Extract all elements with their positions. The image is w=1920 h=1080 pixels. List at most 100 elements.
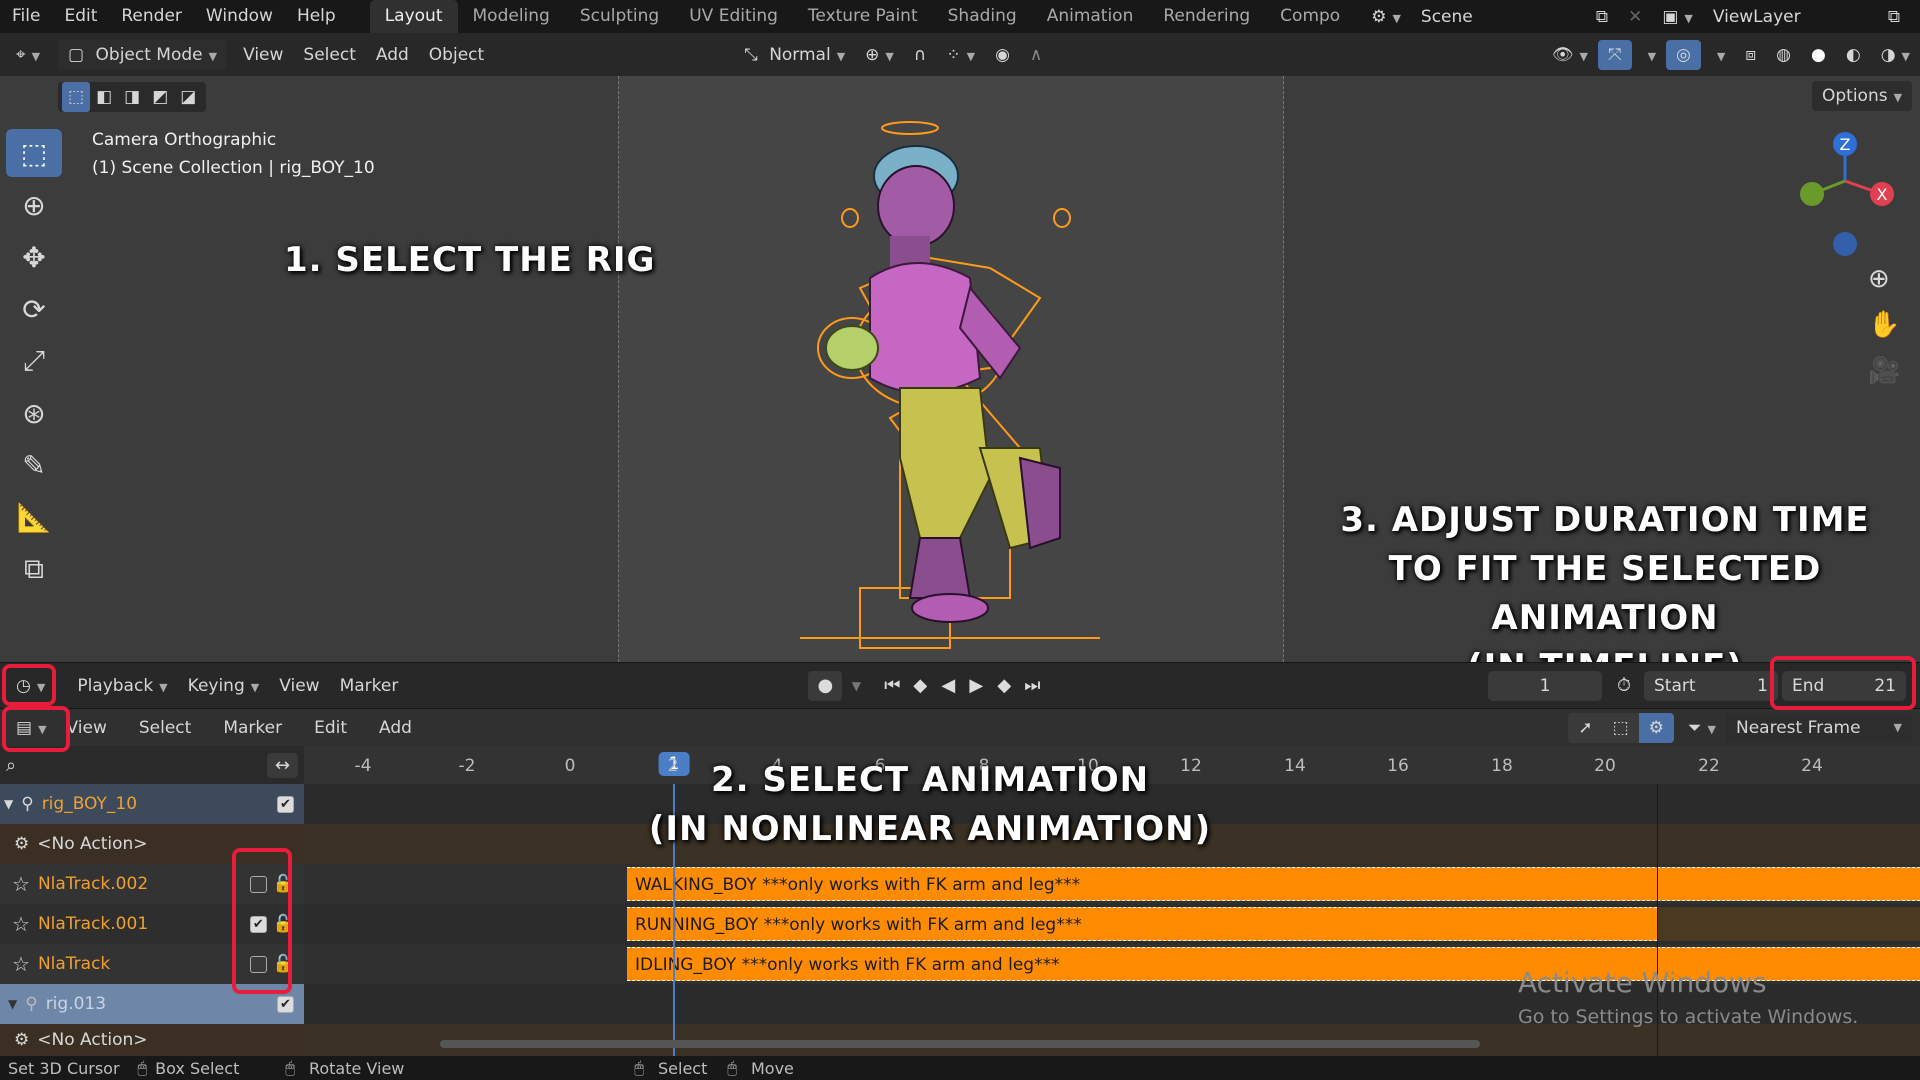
gizmo-neg-z-axis[interactable] (1833, 232, 1857, 256)
options-dropdown[interactable]: Options ▼ (1812, 81, 1913, 111)
start-frame-field[interactable]: Start 1 (1644, 670, 1778, 701)
gizmo-toggle-icon[interactable]: ⤧ (1597, 39, 1632, 70)
zoom-icon[interactable]: ⊕ (1868, 264, 1890, 294)
rotate-tool-icon[interactable]: ⟳ (6, 285, 62, 333)
tab-modeling[interactable]: Modeling (458, 0, 565, 33)
jump-end-icon[interactable]: ⏭ (1018, 671, 1046, 701)
tab-rendering[interactable]: Rendering (1148, 0, 1265, 33)
jump-start-icon[interactable]: ⏮ (878, 671, 906, 701)
strip-running-boy[interactable]: RUNNING_BOY ***only works with FK arm an… (627, 907, 1657, 941)
menu-view[interactable]: View (233, 40, 293, 70)
show-hidden-icon[interactable]: ⬚ (1602, 712, 1639, 743)
current-frame-field[interactable]: 1 (1488, 670, 1602, 701)
select-box-tool-icon[interactable]: ⬚ (6, 129, 62, 177)
expand-icon[interactable]: ▼ (4, 797, 13, 811)
search-icon[interactable]: ⌕ (6, 755, 16, 776)
strip-walking-boy[interactable]: WALKING_BOY ***only works with FK arm an… (627, 867, 1920, 901)
orientation-dropdown[interactable]: ⤡ Normal ▼ (734, 40, 855, 70)
track-row-no-action-2[interactable]: ⚙ <No Action> (0, 1024, 304, 1056)
navigation-gizmo[interactable]: Z X (1790, 126, 1900, 266)
preview-range-icon[interactable]: ⏱ (1610, 671, 1638, 701)
track-row-rig-boy[interactable]: ▼ ⚲ rig_BOY_10 ✔ (0, 784, 304, 824)
shading-rendered-icon[interactable]: ◑ ▼ (1871, 40, 1920, 70)
new-scene-icon[interactable]: ⧉ (1586, 2, 1618, 32)
menu-timeline-marker[interactable]: Marker (330, 671, 409, 701)
solo-star-icon[interactable]: ☆ (12, 912, 30, 936)
tab-uv-editing[interactable]: UV Editing (674, 0, 793, 33)
only-selected-icon[interactable]: ➚ (1568, 712, 1603, 743)
tab-texture-paint[interactable]: Texture Paint (793, 0, 933, 33)
track-enable-checkbox[interactable]: ✔ (277, 995, 294, 1013)
measure-tool-icon[interactable]: 📐 (6, 493, 62, 541)
snap-magnet-icon[interactable]: ∩ (904, 40, 936, 70)
menu-playback[interactable]: Playback ▼ (67, 671, 177, 701)
tab-compo[interactable]: Compo (1265, 0, 1355, 33)
proportional-edit-icon[interactable]: ◉ (985, 40, 1020, 70)
annotate-tool-icon[interactable]: ✎ (6, 441, 62, 489)
menu-nla-edit[interactable]: Edit (304, 713, 357, 743)
overlay-dropdown-icon[interactable]: ▼ (1701, 40, 1735, 70)
record-options-icon[interactable]: ▼ (842, 671, 870, 701)
select-subtract-icon[interactable]: ◨ (118, 82, 146, 112)
object-mode-dropdown[interactable]: ▢ Object Mode ▼ (58, 39, 228, 70)
select-invert-icon[interactable]: ◩ (146, 82, 174, 112)
menu-timeline-view[interactable]: View (269, 671, 329, 701)
menu-add[interactable]: Add (366, 40, 419, 70)
menu-nla-marker[interactable]: Marker (213, 713, 292, 743)
play-icon[interactable]: ▶ (962, 671, 990, 701)
tab-sculpting[interactable]: Sculpting (565, 0, 674, 33)
view-layer-icon[interactable]: ▣ ▼ (1652, 2, 1703, 32)
show-errors-icon[interactable]: ⚙ (1638, 712, 1674, 743)
shading-wireframe-icon[interactable]: ◍ (1766, 40, 1801, 70)
menu-keying[interactable]: Keying ▼ (178, 671, 270, 701)
delete-scene-icon[interactable]: ✕ (1618, 2, 1652, 32)
camera-view-icon[interactable]: 🎥 (1868, 356, 1900, 386)
select-extend-icon[interactable]: ◧ (90, 82, 118, 112)
snap-grid-icon[interactable]: ⁘ ▼ (936, 40, 985, 70)
solo-star-icon[interactable]: ☆ (12, 872, 30, 896)
menu-select[interactable]: Select (293, 40, 365, 70)
menu-file[interactable]: File (0, 0, 52, 33)
tab-layout[interactable]: Layout (369, 0, 458, 33)
gizmo-y-axis[interactable] (1800, 182, 1824, 206)
pan-hand-icon[interactable]: ✋ (1868, 310, 1900, 340)
add-cube-tool-icon[interactable]: ⧉ (6, 545, 62, 593)
editor-type-icon[interactable]: ⌖ ▼ (6, 40, 50, 70)
record-icon[interactable]: ● (808, 670, 843, 701)
character-rig[interactable] (790, 118, 1120, 658)
new-view-layer-icon[interactable]: ⧉ (1878, 2, 1910, 32)
tab-shading[interactable]: Shading (933, 0, 1032, 33)
filter-icon[interactable]: ⏷ ▼ (1678, 713, 1726, 743)
jump-prev-keyframe-icon[interactable]: ◆ (906, 671, 934, 701)
falloff-icon[interactable]: ∧ (1020, 40, 1052, 70)
pivot-icon[interactable]: ⊕ ▼ (855, 40, 904, 70)
scene-name[interactable]: Scene (1411, 2, 1586, 32)
expand-icon[interactable]: ▼ (8, 997, 17, 1011)
menu-nla-add[interactable]: Add (369, 713, 422, 743)
menu-edit[interactable]: Edit (52, 0, 109, 33)
gizmo-dropdown-icon[interactable]: ▼ (1632, 40, 1666, 70)
play-reverse-icon[interactable]: ◀ (934, 671, 962, 701)
move-tool-icon[interactable]: ✥ (6, 233, 62, 281)
track-enable-checkbox[interactable]: ✔ (277, 795, 294, 813)
view-layer-name[interactable]: ViewLayer (1703, 2, 1878, 32)
horizontal-scrollbar[interactable] (440, 1040, 1480, 1048)
select-new-icon[interactable]: ⬚ (62, 82, 91, 112)
scene-icon[interactable]: ⚙ ▼ (1361, 2, 1411, 32)
shading-solid-icon[interactable]: ● (1801, 40, 1836, 70)
scale-tool-icon[interactable]: ⤢ (6, 337, 62, 385)
menu-render[interactable]: Render (109, 0, 194, 33)
solo-star-icon[interactable]: ☆ (12, 952, 30, 976)
menu-window[interactable]: Window (194, 0, 285, 33)
cursor-tool-icon[interactable]: ⊕ (6, 181, 62, 229)
shading-material-icon[interactable]: ◐ (1836, 40, 1871, 70)
tab-animation[interactable]: Animation (1032, 0, 1149, 33)
menu-nla-select[interactable]: Select (129, 713, 201, 743)
transform-tool-icon[interactable]: ⊛ (6, 389, 62, 437)
select-intersect-icon[interactable]: ◪ (174, 82, 202, 112)
snap-dropdown[interactable]: Nearest Frame ▼ (1726, 712, 1912, 743)
overlay-toggle-icon[interactable]: ◎ (1666, 39, 1701, 70)
menu-help[interactable]: Help (285, 0, 348, 33)
jump-next-keyframe-icon[interactable]: ◆ (990, 671, 1018, 701)
swap-icon[interactable]: ↔ (266, 752, 298, 778)
